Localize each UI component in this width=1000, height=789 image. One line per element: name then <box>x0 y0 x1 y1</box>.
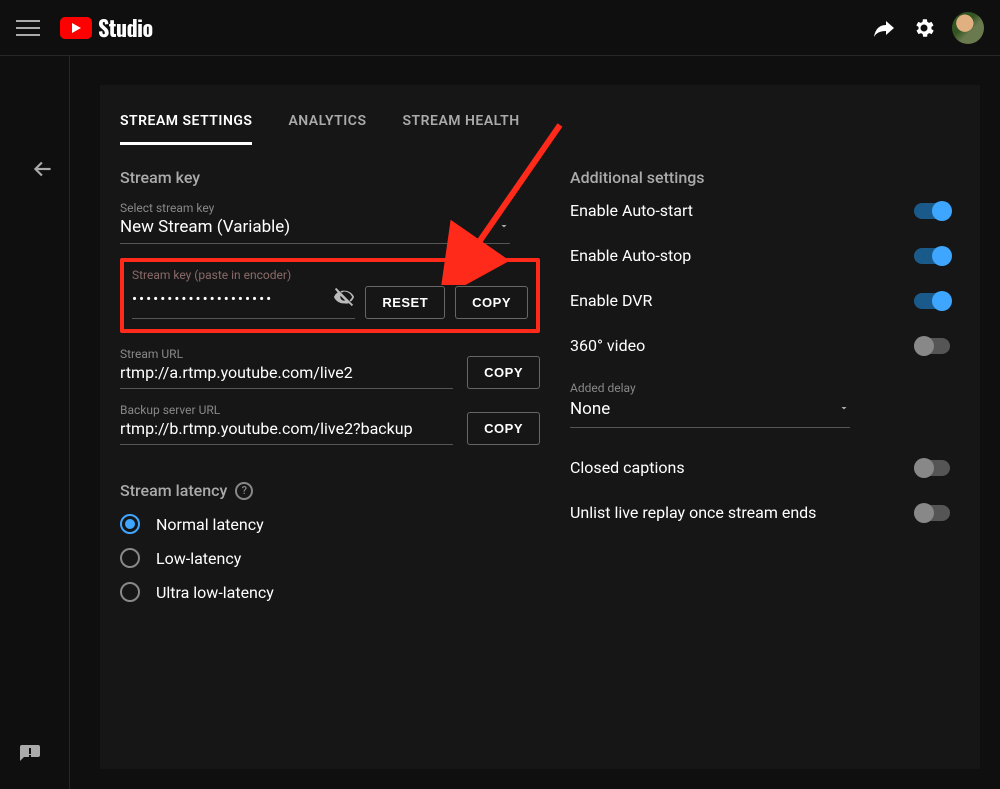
auto-start-toggle[interactable] <box>914 203 950 219</box>
stream-key-select[interactable]: New Stream (Variable) <box>120 215 510 244</box>
tab-analytics[interactable]: ANALYTICS <box>288 107 366 145</box>
latency-title: Stream latency <box>120 481 227 500</box>
captions-label: Closed captions <box>570 458 685 477</box>
auto-start-label: Enable Auto-start <box>570 201 693 220</box>
v360-label: 360° video <box>570 336 645 355</box>
feedback-icon[interactable] <box>18 743 42 771</box>
latency-normal[interactable]: Normal latency <box>120 514 540 534</box>
content-panel: STREAM SETTINGS ANALYTICS STREAM HEALTH … <box>100 85 980 769</box>
unlist-label: Unlist live replay once stream ends <box>570 503 816 522</box>
youtube-logo-icon[interactable] <box>60 17 92 39</box>
added-delay-label: Added delay <box>570 381 950 395</box>
latency-low-label: Low-latency <box>156 549 241 568</box>
radio-icon <box>120 582 140 602</box>
latency-ultra[interactable]: Ultra low-latency <box>120 582 540 602</box>
backup-url-value: rtmp://b.rtmp.youtube.com/live2?backup <box>120 417 453 445</box>
auto-stop-label: Enable Auto-stop <box>570 246 691 265</box>
radio-icon <box>120 548 140 568</box>
help-icon[interactable]: ? <box>235 482 253 500</box>
additional-settings-column: Additional settings Enable Auto-start En… <box>570 168 960 602</box>
reset-button[interactable]: RESET <box>365 286 445 319</box>
added-delay-select[interactable]: None <box>570 395 850 428</box>
stream-key-select-value: New Stream (Variable) <box>120 217 290 237</box>
stream-url-value: rtmp://a.rtmp.youtube.com/live2 <box>120 361 453 389</box>
stream-key-title: Stream key <box>120 168 540 187</box>
latency-low[interactable]: Low-latency <box>120 548 540 568</box>
left-rail <box>0 56 70 789</box>
select-stream-key-label: Select stream key <box>120 201 540 215</box>
latency-title-row: Stream latency ? <box>120 481 540 500</box>
stream-url-label: Stream URL <box>120 347 453 361</box>
captions-toggle[interactable] <box>914 460 950 476</box>
gear-icon[interactable] <box>904 8 944 48</box>
avatar[interactable] <box>952 12 984 44</box>
brand-text: Studio <box>98 12 153 44</box>
copy-backup-button[interactable]: COPY <box>467 412 540 445</box>
copy-key-button[interactable]: COPY <box>455 286 528 319</box>
stream-key-value: •••••••••••••••••••• <box>132 290 273 308</box>
radio-icon <box>120 514 140 534</box>
latency-ultra-label: Ultra low-latency <box>156 583 274 602</box>
dvr-label: Enable DVR <box>570 291 652 310</box>
stream-key-column: Stream key Select stream key New Stream … <box>120 168 540 602</box>
visibility-off-icon[interactable] <box>333 286 355 312</box>
stream-key-label: Stream key (paste in encoder) <box>132 268 355 282</box>
stream-key-highlight: Stream key (paste in encoder) ••••••••••… <box>120 258 540 333</box>
unlist-toggle[interactable] <box>914 505 950 521</box>
backup-url-label: Backup server URL <box>120 403 453 417</box>
additional-title: Additional settings <box>570 168 950 187</box>
tab-stream-settings[interactable]: STREAM SETTINGS <box>120 107 252 145</box>
menu-icon[interactable] <box>16 16 40 40</box>
chevron-down-icon <box>498 217 510 237</box>
copy-url-button[interactable]: COPY <box>467 356 540 389</box>
topbar: Studio <box>0 0 1000 56</box>
tab-bar: STREAM SETTINGS ANALYTICS STREAM HEALTH <box>120 85 960 146</box>
tab-stream-health[interactable]: STREAM HEALTH <box>403 107 520 145</box>
dvr-toggle[interactable] <box>914 293 950 309</box>
chevron-down-icon <box>838 399 850 419</box>
added-delay-value: None <box>570 399 610 419</box>
latency-normal-label: Normal latency <box>156 515 264 534</box>
back-arrow-icon[interactable] <box>30 156 56 186</box>
share-icon[interactable] <box>864 8 904 48</box>
auto-stop-toggle[interactable] <box>914 248 950 264</box>
v360-toggle[interactable] <box>914 338 950 354</box>
